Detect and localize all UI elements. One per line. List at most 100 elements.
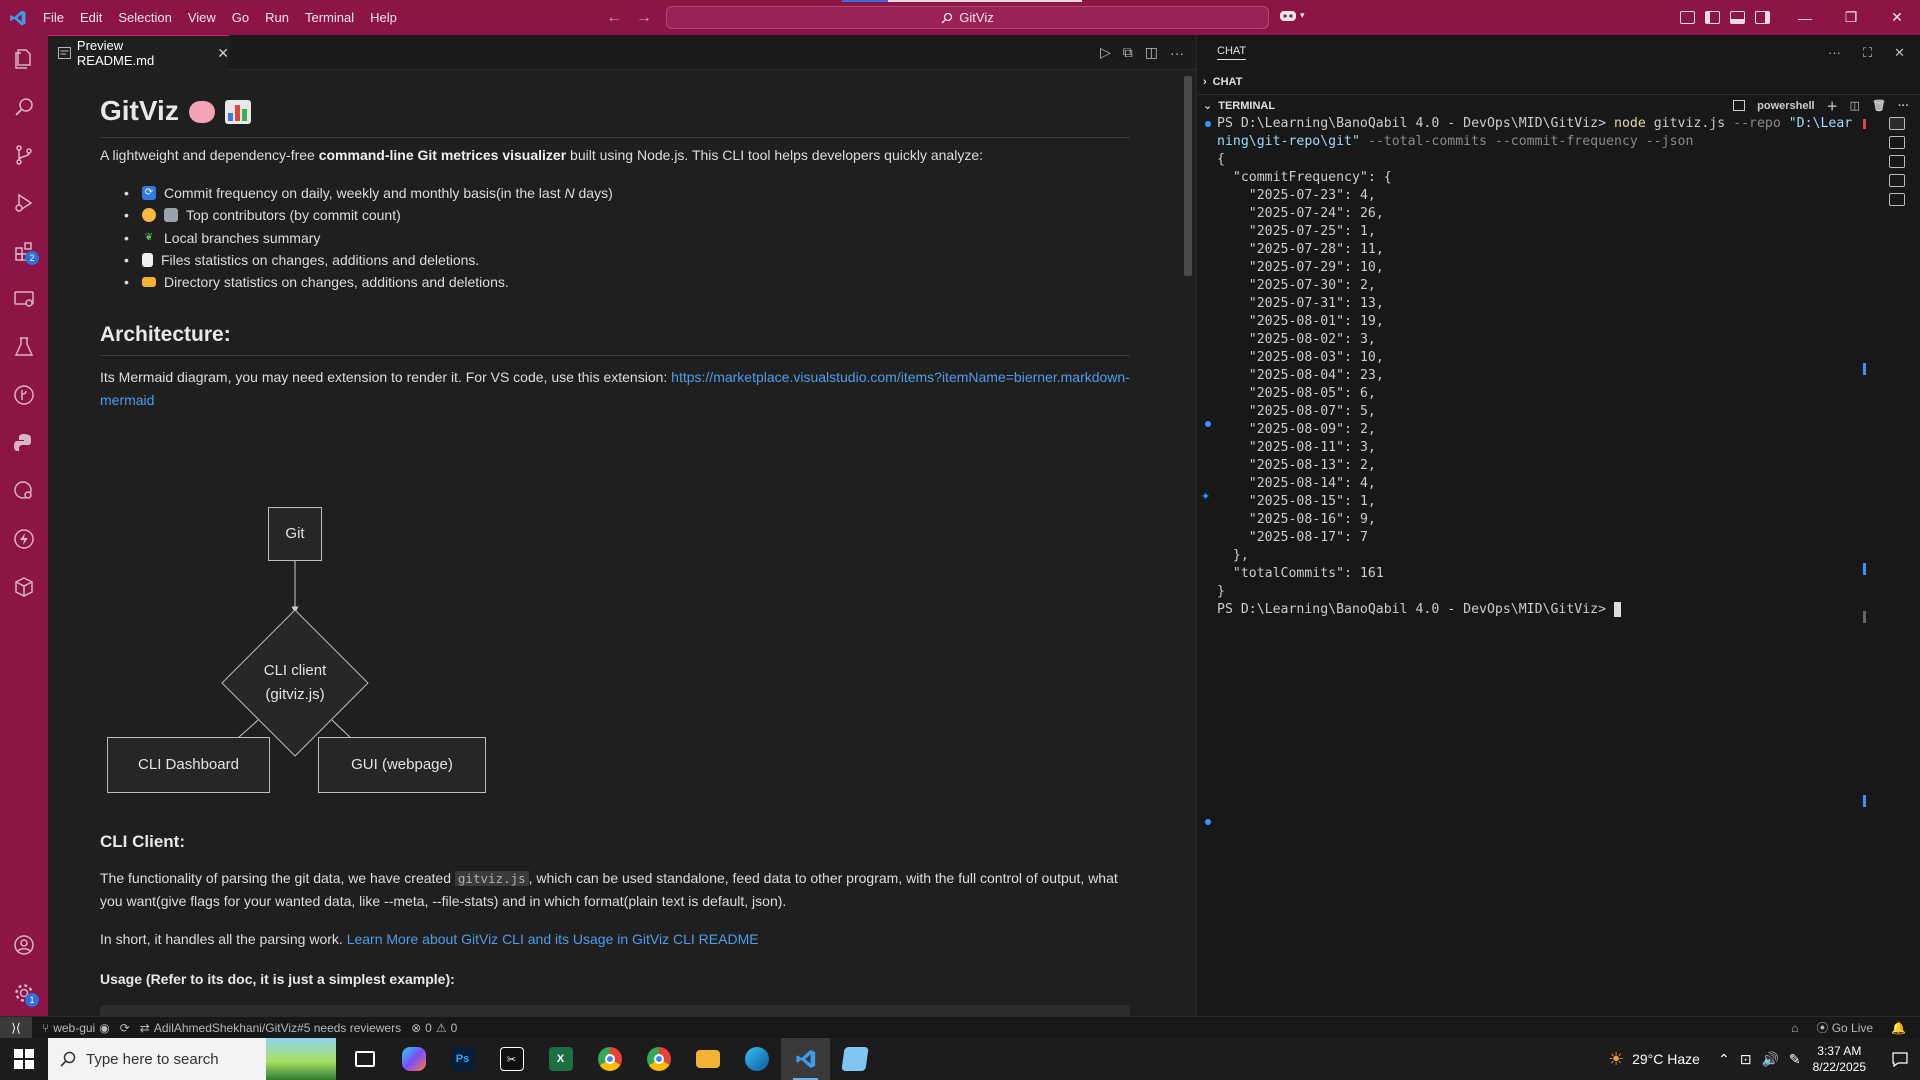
windows-start-icon[interactable] (0, 1038, 48, 1080)
volume-icon[interactable]: 🔊 (1761, 1051, 1778, 1068)
terminal-tab-icon[interactable] (1889, 174, 1905, 187)
terminal-shell-icon (1733, 100, 1746, 111)
extensions-icon[interactable]: 2 (0, 227, 48, 275)
terminal-section-header[interactable]: ⌄ TERMINAL powershell ＋ ◫ 🗑 ··· (1197, 94, 1920, 116)
mermaid-extension-link[interactable]: https://marketplace.visualstudio.com/ite… (671, 369, 1130, 385)
cli-dashboard-label: CLI Dashboard (138, 756, 239, 773)
menu-run[interactable]: Run (257, 0, 297, 35)
split-terminal-icon[interactable]: ◫ (1850, 99, 1860, 112)
back-arrow-icon[interactable]: ← (606, 9, 622, 27)
pull-request-indicator[interactable]: ⇄ AdilAhmedShekhani/GitViz#5 needs revie… (140, 1021, 401, 1035)
edge-icon[interactable] (732, 1038, 781, 1080)
terminal-tab-icon[interactable] (1889, 117, 1905, 130)
new-terminal-icon[interactable]: ＋ (1827, 98, 1838, 114)
remote-explorer-icon[interactable] (0, 275, 48, 323)
cli-readme-link[interactable]: Learn More about GitViz CLI and its Usag… (347, 931, 759, 947)
testing-icon[interactable] (0, 323, 48, 371)
manage-gear-icon[interactable]: 1 (0, 969, 48, 1017)
commit-frequency-line: "2025-07-28": 11, (1248, 242, 1384, 257)
inline-code: gitviz.js (454, 871, 529, 886)
cli-short-paragraph: In short, it handles all the parsing wor… (100, 928, 1130, 951)
go-live-button[interactable]: ⦿ Go Live (1816, 1019, 1873, 1036)
maximize-icon[interactable]: ⛶ (1863, 45, 1872, 61)
close-tab-icon[interactable]: ✕ (217, 45, 229, 62)
split-editor-icon[interactable]: ◫ (1145, 44, 1158, 61)
copilot-status-icon[interactable]: ⌂ (1791, 1021, 1798, 1035)
taskbar-search[interactable]: Type here to search (48, 1038, 336, 1080)
commit-date: "2025-08-03" (1248, 350, 1345, 365)
commit-date: "2025-08-04" (1248, 368, 1345, 383)
open-source-icon[interactable]: ⧉ (1123, 44, 1133, 61)
restore-icon[interactable]: ❐ (1828, 0, 1874, 35)
command-decoration-icon (1205, 121, 1211, 127)
chrome-profile-icon[interactable] (634, 1038, 683, 1080)
more-terminal-icon[interactable]: ··· (1898, 100, 1909, 112)
weather-widget[interactable]: ☀ 29°C Haze (1608, 1049, 1700, 1070)
menu-selection[interactable]: Selection (110, 0, 179, 35)
chrome-icon[interactable] (585, 1038, 634, 1080)
usage-code-block (100, 1005, 1130, 1016)
run-icon[interactable]: ▷ (1100, 44, 1111, 61)
menu-view[interactable]: View (180, 0, 224, 35)
menu-help[interactable]: Help (362, 0, 405, 35)
toggle-panel-icon[interactable] (1730, 11, 1745, 24)
menu-edit[interactable]: Edit (72, 0, 110, 35)
more-actions-icon[interactable]: ··· (1170, 45, 1184, 61)
package-icon[interactable] (0, 563, 48, 611)
tab-preview-readme[interactable]: Preview README.md ✕ (48, 35, 229, 70)
task-view-icon[interactable] (340, 1038, 389, 1080)
shell-name[interactable]: powershell (1757, 100, 1814, 112)
trash-icon[interactable]: 🗑 (1872, 99, 1886, 112)
git-graph-icon[interactable] (0, 371, 48, 419)
problems-indicator[interactable]: ⊗ 0 ⚠ 0 (411, 1021, 457, 1035)
branch-indicator[interactable]: ⑂ web-gui ◉ (42, 1021, 110, 1035)
menu-file[interactable]: File (35, 0, 72, 35)
accounts-icon[interactable] (0, 921, 48, 969)
cli-client-sublabel: (gitviz.js) (265, 686, 325, 703)
pen-icon[interactable]: ✎ (1789, 1051, 1801, 1068)
copilot-app-icon[interactable] (389, 1038, 438, 1080)
docker-search-icon[interactable] (0, 467, 48, 515)
sync-icon[interactable]: ⟳ (120, 1021, 130, 1035)
explorer-icon[interactable] (0, 35, 48, 83)
customize-layout-icon[interactable] (1680, 11, 1695, 24)
commit-frequency-line: "2025-08-11": 3, (1248, 440, 1376, 455)
terminal-tab-icon[interactable] (1889, 155, 1905, 168)
command-center-search[interactable]: GitViz (666, 6, 1269, 29)
forward-arrow-icon[interactable]: → (636, 9, 652, 27)
minimize-icon[interactable]: — (1782, 0, 1828, 35)
thunder-client-icon[interactable] (0, 515, 48, 563)
menu-go[interactable]: Go (224, 0, 257, 35)
clock[interactable]: 3:37 AM 8/22/2025 (1813, 1043, 1866, 1075)
run-debug-icon[interactable] (0, 179, 48, 227)
toggle-secondary-sidebar-icon[interactable] (1755, 11, 1770, 24)
close-window-icon[interactable]: ✕ (1874, 0, 1920, 35)
mermaid-extension-link-cont[interactable]: mermaid (100, 392, 154, 408)
tab-chat[interactable]: CHAT (1217, 45, 1247, 60)
source-control-icon[interactable] (0, 131, 48, 179)
menu-terminal[interactable]: Terminal (297, 0, 362, 35)
terminal-tab-icon[interactable] (1889, 193, 1905, 206)
editor-scrollbar-thumb[interactable] (1184, 76, 1192, 276)
capcut-icon[interactable]: ✂ (487, 1038, 536, 1080)
photoshop-icon[interactable]: Ps (438, 1038, 487, 1080)
notepad-icon[interactable] (830, 1038, 879, 1080)
chevron-up-icon[interactable]: ⌃ (1718, 1051, 1730, 1068)
toggle-primary-sidebar-icon[interactable] (1705, 11, 1720, 24)
commit-count: 7 (1359, 530, 1368, 545)
notifications-bell-icon[interactable]: 🔔 (1891, 1021, 1906, 1035)
notification-center-icon[interactable] (1880, 1051, 1920, 1067)
terminal-output[interactable]: PS D:\Learning\BanoQabil 4.0 - DevOps\MI… (1217, 115, 1867, 619)
python-icon[interactable] (0, 419, 48, 467)
terminal-tab-icon[interactable] (1889, 136, 1905, 149)
excel-icon[interactable]: X (536, 1038, 585, 1080)
close-panel-icon[interactable]: ✕ (1894, 45, 1905, 61)
file-explorer-icon[interactable] (683, 1038, 732, 1080)
chat-section-header[interactable]: › CHAT (1203, 71, 1242, 93)
copilot-menu[interactable]: ▾ (1279, 8, 1305, 22)
vscode-taskbar-icon[interactable] (781, 1038, 830, 1080)
search-view-icon[interactable] (0, 83, 48, 131)
more-actions-icon[interactable]: ··· (1828, 45, 1841, 61)
remote-indicator-icon[interactable]: ⟩⟨ (0, 1016, 32, 1039)
network-icon[interactable]: ⊡ (1740, 1051, 1752, 1068)
